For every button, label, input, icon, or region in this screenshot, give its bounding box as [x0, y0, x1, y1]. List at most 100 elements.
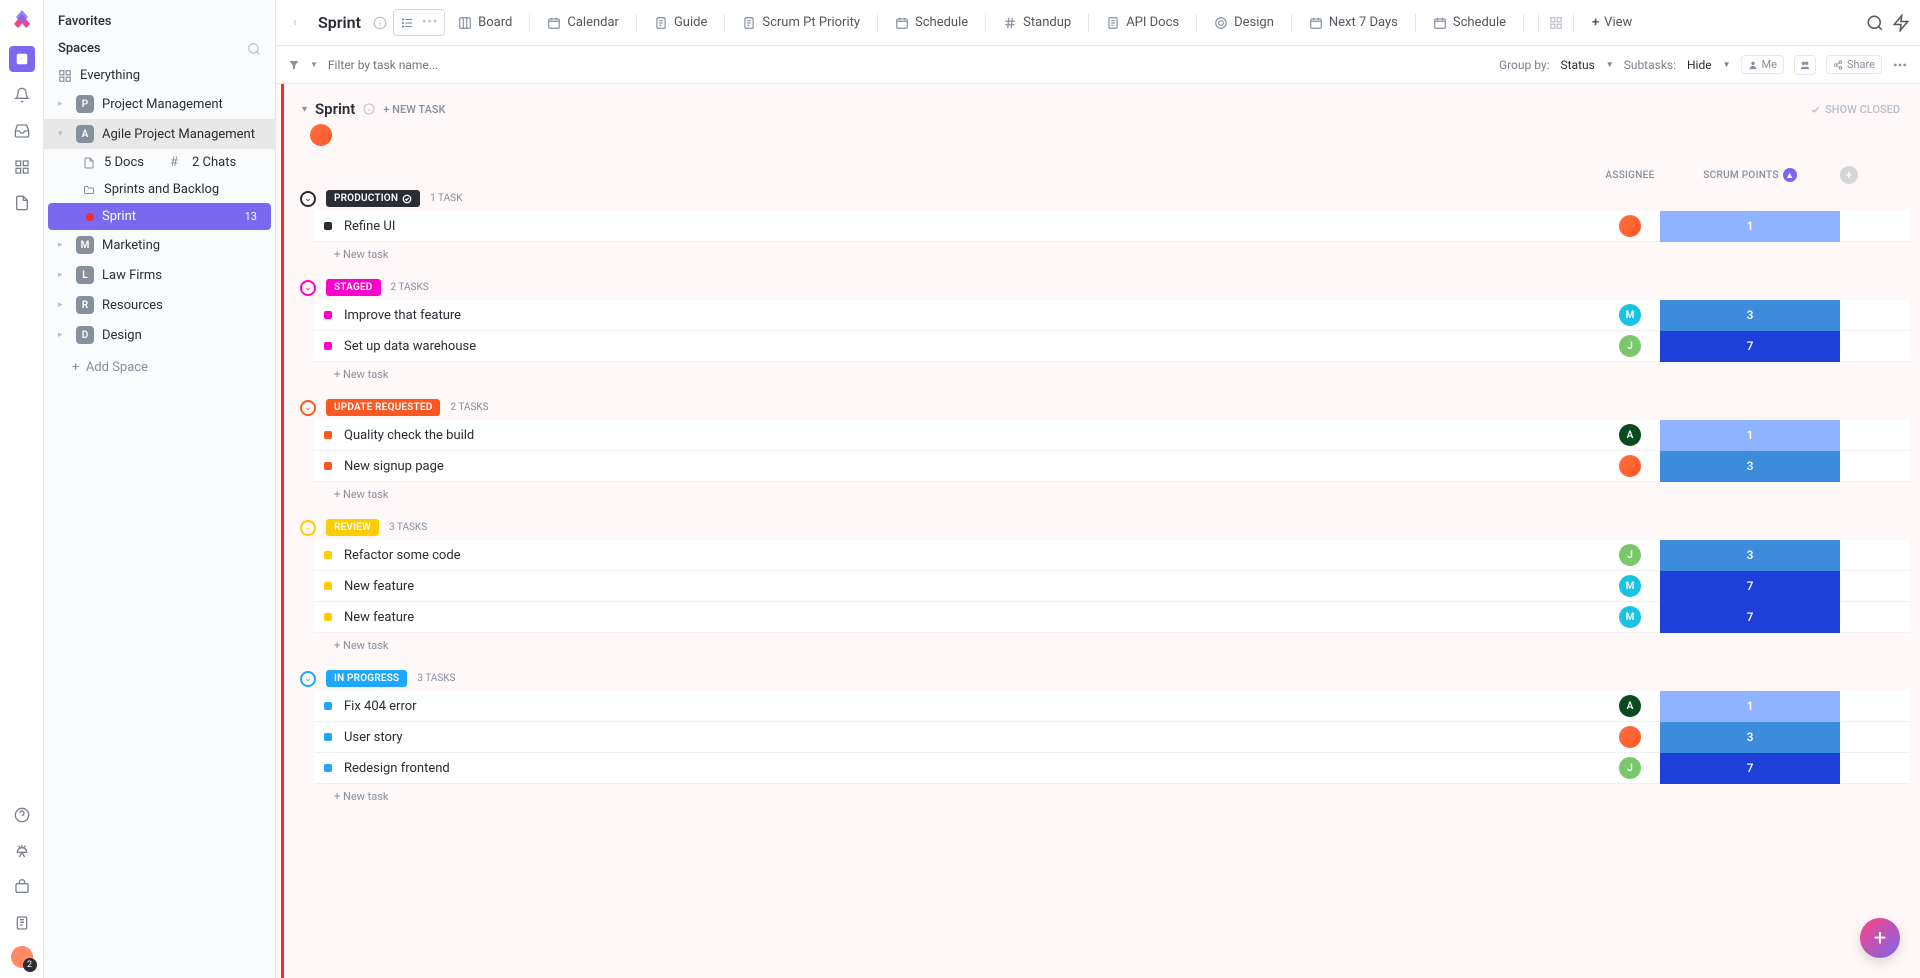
status-label[interactable]: REVIEW [326, 519, 379, 536]
task-status-icon[interactable] [324, 764, 332, 772]
task-assignee[interactable] [1600, 215, 1660, 237]
col-points-header[interactable]: SCRUM POINTS▲ [1660, 168, 1840, 182]
task-name[interactable]: Set up data warehouse [344, 339, 1600, 354]
view-tab-list[interactable]: ••• [393, 9, 445, 36]
task-row[interactable]: Set up data warehouseJ7 [314, 331, 1910, 362]
task-name[interactable]: Fix 404 error [344, 699, 1600, 714]
scrum-points-cell[interactable]: 3 [1660, 451, 1840, 482]
task-row[interactable]: Redesign frontendJ7 [314, 753, 1910, 784]
task-row[interactable]: Quality check the buildA1 [314, 420, 1910, 451]
scrum-points-cell[interactable]: 1 [1660, 691, 1840, 722]
sidebar-folder-sprints[interactable]: Sprints and Backlog [44, 176, 275, 203]
task-name[interactable]: Improve that feature [344, 308, 1600, 323]
collapse-status-icon[interactable]: ⌄ [300, 400, 316, 416]
task-status-icon[interactable] [324, 613, 332, 621]
status-label[interactable]: PRODUCTION [326, 190, 420, 207]
status-label[interactable]: UPDATE REQUESTED [326, 399, 440, 416]
status-label[interactable]: IN PROGRESS [326, 670, 407, 687]
collapse-status-icon[interactable]: ⌄ [300, 191, 316, 207]
task-assignee[interactable]: J [1600, 544, 1660, 566]
task-status-icon[interactable] [324, 431, 332, 439]
new-task-button[interactable]: + NEW TASK [383, 103, 445, 116]
view-tab-calendar[interactable]: Calendar [536, 9, 630, 36]
view-tab-design[interactable]: Design [1203, 9, 1285, 36]
view-tab-guide[interactable]: Guide [643, 9, 718, 36]
scrum-points-cell[interactable]: 7 [1660, 753, 1840, 784]
task-assignee[interactable]: J [1600, 757, 1660, 779]
rail-home-icon[interactable] [9, 46, 35, 72]
task-assignee[interactable]: M [1600, 575, 1660, 597]
scrum-points-cell[interactable]: 3 [1660, 300, 1840, 331]
scrum-points-cell[interactable]: 7 [1660, 602, 1840, 633]
task-name[interactable]: Refactor some code [344, 548, 1600, 563]
sidebar-everything[interactable]: Everything [44, 62, 275, 89]
rail-notifications-icon[interactable] [9, 82, 35, 108]
sidebar-favorites-header[interactable]: Favorites [44, 8, 275, 35]
bolt-icon[interactable] [1892, 14, 1910, 32]
task-row[interactable]: Fix 404 errorA1 [314, 691, 1910, 722]
scrum-points-cell[interactable]: 7 [1660, 331, 1840, 362]
rail-user-avatar[interactable]: 2 [11, 946, 33, 968]
search-icon[interactable] [247, 42, 261, 56]
sidebar-space-design[interactable]: ▸DDesign [44, 320, 275, 350]
task-name[interactable]: Refine UI [344, 219, 1600, 234]
sidebar-space-resources[interactable]: ▸RResources [44, 290, 275, 320]
task-row[interactable]: New featureM7 [314, 571, 1910, 602]
group-by-selector[interactable]: Group by: Status ▼ [1499, 58, 1614, 72]
add-column-button[interactable]: + [1840, 166, 1858, 184]
info-icon[interactable] [363, 103, 375, 115]
sidebar-space-marketing[interactable]: ▸MMarketing [44, 230, 275, 260]
rail-goals-icon[interactable] [9, 838, 35, 864]
view-tab-api-docs[interactable]: API Docs [1095, 9, 1190, 36]
view-tab-next-7-days[interactable]: Next 7 Days [1298, 9, 1409, 36]
collapse-sidebar-button[interactable]: ‹ [286, 14, 304, 32]
share-button[interactable]: Share [1826, 55, 1882, 74]
new-task-row[interactable]: + New task [286, 784, 1910, 803]
task-status-icon[interactable] [324, 551, 332, 559]
sidebar-space-law-firms[interactable]: ▸LLaw Firms [44, 260, 275, 290]
new-task-row[interactable]: + New task [286, 362, 1910, 381]
scrum-points-cell[interactable]: 1 [1660, 211, 1840, 242]
task-status-icon[interactable] [324, 702, 332, 710]
add-view-button[interactable]: +View [1584, 10, 1640, 35]
task-status-icon[interactable] [324, 311, 332, 319]
task-name[interactable]: New feature [344, 579, 1600, 594]
scrum-points-cell[interactable]: 3 [1660, 722, 1840, 753]
new-task-row[interactable]: + New task [286, 633, 1910, 652]
collapse-status-icon[interactable]: ⌄ [300, 520, 316, 536]
info-icon[interactable] [373, 16, 387, 30]
task-assignee[interactable]: M [1600, 606, 1660, 628]
view-tab-standup[interactable]: Standup [992, 9, 1082, 36]
scrum-points-cell[interactable]: 7 [1660, 571, 1840, 602]
rail-dashboards-icon[interactable] [9, 154, 35, 180]
task-status-icon[interactable] [324, 222, 332, 230]
subtasks-selector[interactable]: Subtasks: Hide ▼ [1624, 58, 1731, 72]
task-row[interactable]: Refine UI 1 [314, 211, 1910, 242]
view-tab-scrum-pt-priority[interactable]: Scrum Pt Priority [731, 9, 871, 36]
filter-icon[interactable] [288, 59, 300, 71]
task-assignee[interactable]: A [1600, 695, 1660, 717]
sidebar-docs-link[interactable]: 5 Docs # 2 Chats [44, 149, 275, 176]
scrum-points-cell[interactable]: 1 [1660, 420, 1840, 451]
col-assignee-header[interactable]: ASSIGNEE [1600, 170, 1660, 181]
task-name[interactable]: User story [344, 730, 1600, 745]
rail-docs-icon[interactable] [9, 190, 35, 216]
sidebar-spaces-header[interactable]: Spaces [44, 35, 275, 62]
show-closed-button[interactable]: SHOW CLOSED [1810, 103, 1900, 116]
task-status-icon[interactable] [324, 733, 332, 741]
rail-timesheet-icon[interactable] [9, 874, 35, 900]
me-filter-button[interactable]: Me [1741, 55, 1784, 74]
task-assignee[interactable]: A [1600, 424, 1660, 446]
rail-inbox-icon[interactable] [9, 118, 35, 144]
view-tab-schedule[interactable]: Schedule [884, 9, 979, 36]
rail-help-icon[interactable] [9, 802, 35, 828]
more-icon[interactable] [1892, 57, 1908, 73]
search-icon[interactable] [1866, 14, 1884, 32]
scrum-points-cell[interactable]: 3 [1660, 540, 1840, 571]
rail-clipboard-icon[interactable] [9, 910, 35, 936]
task-status-icon[interactable] [324, 342, 332, 350]
chevron-down-icon[interactable]: ▼ [310, 60, 318, 69]
task-assignee[interactable]: M [1600, 304, 1660, 326]
sidebar-space-project-management[interactable]: ▸ P Project Management [44, 89, 275, 119]
collapse-status-icon[interactable]: ⌄ [300, 671, 316, 687]
